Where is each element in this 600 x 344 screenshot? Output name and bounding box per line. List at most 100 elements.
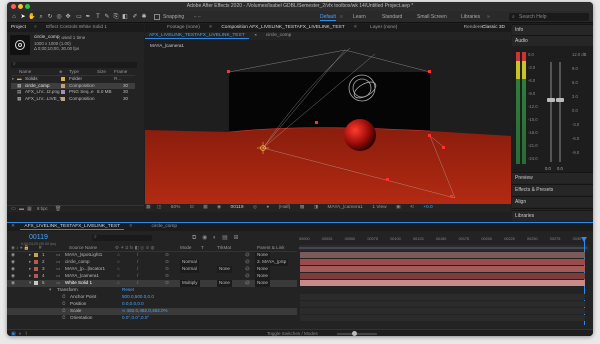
property-value[interactable]: ∞ 482.0,482.0,482.0%: [122, 308, 168, 315]
panel-libraries[interactable]: Libraries: [512, 210, 593, 221]
pick-whip-icon[interactable]: @: [245, 280, 250, 287]
property-row[interactable]: ⏱ Orientation 0.0°,0.0°,0.0°: [7, 315, 297, 322]
panel-audio[interactable]: Audio: [512, 35, 593, 46]
column-parent[interactable]: Parent & Link: [257, 245, 285, 252]
channel-icon[interactable]: ●: [262, 205, 273, 210]
workspace-learn[interactable]: Learn: [353, 13, 366, 21]
composition-canvas[interactable]: [145, 48, 511, 204]
grid-icon[interactable]: ▦: [199, 205, 212, 210]
transparency-grid-icon[interactable]: ▩: [296, 205, 309, 210]
expand-layer-icon[interactable]: ▸: [29, 266, 31, 273]
table-row[interactable]: ◉ ▸ 3 ▭ MAYA_|p...|locator1 ⌂ / ⊙ Normal None @ Non…: [7, 266, 297, 273]
interpret-footage-icon[interactable]: ▭: [11, 206, 16, 212]
table-row[interactable]: ◉ ▸ 1 ▭ MAYA_|spotLight1 ⌂ / ⊙ @ None: [7, 252, 297, 259]
zoom-window-button[interactable]: [25, 4, 30, 9]
property-row[interactable]: ⏱ Anchor Point 500.0,500.0,0.0: [7, 294, 297, 301]
stopwatch-icon[interactable]: ⏱: [62, 315, 66, 322]
pick-whip-icon[interactable]: @: [245, 252, 250, 259]
quality-icon[interactable]: /: [137, 259, 138, 266]
property-row[interactable]: ⏱ Position 0.0,0.0,0.0: [7, 301, 297, 308]
rectangle-tool-icon[interactable]: ▭: [75, 13, 83, 21]
pen-tool-icon[interactable]: ✒: [84, 13, 92, 21]
pick-whip-icon[interactable]: @: [245, 273, 250, 280]
snapping-options-icon[interactable]: ⌐ ⌐: [194, 13, 201, 21]
column-source-name[interactable]: Source Name: [69, 245, 97, 252]
brush-tool-icon[interactable]: ✎: [103, 13, 111, 21]
property-value[interactable]: 0.0,0.0,0.0: [122, 301, 144, 308]
zoom-slider[interactable]: [337, 333, 377, 335]
minimize-window-button[interactable]: [18, 4, 23, 9]
zoom-dropdown[interactable]: 50%: [167, 205, 185, 210]
visibility-eye-icon[interactable]: ◉: [11, 273, 15, 280]
label-color-swatch[interactable]: [34, 260, 38, 264]
3d-layer-icon[interactable]: ⊙: [165, 280, 169, 287]
timeline-switches-icons[interactable]: ⧉ ◉ ◐ ▤ ⊞: [192, 234, 241, 242]
time-ruler[interactable]: 00000 00025 00050 00075 00100 00125 00150 00175…: [299, 237, 589, 245]
workspace-small-screen[interactable]: Small Screen: [417, 13, 447, 21]
trkmat-dropdown[interactable]: None: [217, 266, 232, 273]
workspace-overflow-icon[interactable]: »: [487, 13, 490, 21]
snapshot-icon[interactable]: ◉: [213, 205, 225, 210]
pan-behind-icon[interactable]: ✥: [64, 13, 72, 21]
tab-circle-comp[interactable]: circle_comp: [262, 33, 296, 38]
layer-duration-bar[interactable]: [300, 259, 585, 265]
clone-stamp-icon[interactable]: ⎘: [112, 13, 120, 21]
right-fader-slider[interactable]: [556, 98, 564, 102]
shy-icon[interactable]: ⌂: [117, 259, 120, 266]
table-row[interactable]: ◉ ▸ 2 ▭ circle_comp ⌂ / ⊙ Normal @3. MAYA_|pSp: [7, 259, 297, 266]
delete-icon[interactable]: 🗑: [55, 206, 61, 212]
property-value[interactable]: 500.0,500.0,0.0: [122, 294, 154, 301]
shy-icon[interactable]: ⌂: [117, 252, 120, 259]
view-layout-dropdown[interactable]: 1 View: [368, 205, 390, 210]
list-item[interactable]: ▦ AFX_LIV...LIVE_TE Composition 30: [11, 96, 135, 103]
layer-mode-dropdown[interactable]: Normal: [180, 259, 199, 266]
puppet-pin-icon[interactable]: ✱: [140, 13, 148, 21]
parent-dropdown[interactable]: None: [255, 252, 270, 259]
expand-layer-icon[interactable]: ▸: [29, 259, 31, 266]
new-composition-icon[interactable]: ▦: [27, 206, 32, 212]
tab-timeline-livelink[interactable]: AFX_LIVELINK_TESTAFX_LIVELINK_TEST: [20, 224, 124, 230]
type-tool-icon[interactable]: T: [94, 13, 102, 21]
visibility-eye-icon[interactable]: ◉: [11, 280, 15, 287]
expand-layer-icon[interactable]: ▸: [29, 252, 31, 259]
table-row[interactable]: ◉ ▾ 5 ▭ White Solid 1 ⌂ / ⊙ Multiply None @ None: [7, 280, 297, 287]
tab-footage[interactable]: Footage (none): [163, 25, 204, 30]
parent-dropdown[interactable]: 3. MAYA_|pSp: [255, 259, 289, 266]
label-color-swatch[interactable]: [34, 267, 38, 271]
rotate-tool-icon[interactable]: ↻: [46, 13, 54, 21]
transform-group[interactable]: ▾ Transform Reset: [7, 287, 297, 294]
search-help-input[interactable]: Search Help: [509, 13, 589, 21]
parent-dropdown[interactable]: None: [255, 273, 270, 280]
always-preview-icon[interactable]: ▦: [145, 205, 152, 210]
workspace-libraries[interactable]: Libraries: [461, 13, 480, 21]
visibility-eye-icon[interactable]: ◉: [11, 252, 15, 259]
tab-project[interactable]: Project: [7, 25, 30, 30]
layer-duration-bar[interactable]: [300, 266, 585, 272]
toggle-pixel-icon[interactable]: ▣: [392, 205, 405, 210]
left-fader-slider[interactable]: [547, 98, 555, 102]
layer-duration-bar[interactable]: [300, 280, 585, 286]
stopwatch-icon[interactable]: ⏱: [62, 294, 66, 301]
exposure-value[interactable]: +0.0: [419, 205, 436, 210]
column-size[interactable]: Size: [97, 69, 106, 76]
zoom-slider-handle[interactable]: [352, 331, 357, 336]
3d-layer-icon[interactable]: ⊙: [165, 252, 169, 259]
orbit-camera-icon[interactable]: ◎: [55, 13, 63, 21]
renderer-value[interactable]: Classic 3D: [478, 24, 509, 32]
reset-exposure-icon[interactable]: ⟲: [406, 205, 418, 210]
expand-layer-icon[interactable]: ▸: [29, 273, 31, 280]
pick-whip-icon[interactable]: @: [245, 259, 250, 266]
tab-layer[interactable]: Layer (none): [366, 25, 401, 30]
graph-editor-icon[interactable]: ⌇: [25, 331, 27, 336]
work-area-bar[interactable]: [299, 245, 589, 251]
column-name[interactable]: Name: [19, 69, 31, 76]
layer-name[interactable]: MAYA_|p...|locator1: [65, 266, 105, 273]
3d-layer-icon[interactable]: ⊙: [165, 266, 169, 273]
label-color-swatch[interactable]: [34, 253, 38, 257]
resolution-dropdown[interactable]: (Half): [275, 205, 295, 210]
property-value[interactable]: 0.0°,0.0°,0.0°: [122, 315, 149, 322]
visibility-eye-icon[interactable]: ◉: [11, 259, 15, 266]
hand-tool-icon[interactable]: ✋: [28, 13, 36, 21]
timecode-display[interactable]: 00119: [227, 205, 248, 210]
panel-preview[interactable]: Preview: [512, 172, 593, 183]
